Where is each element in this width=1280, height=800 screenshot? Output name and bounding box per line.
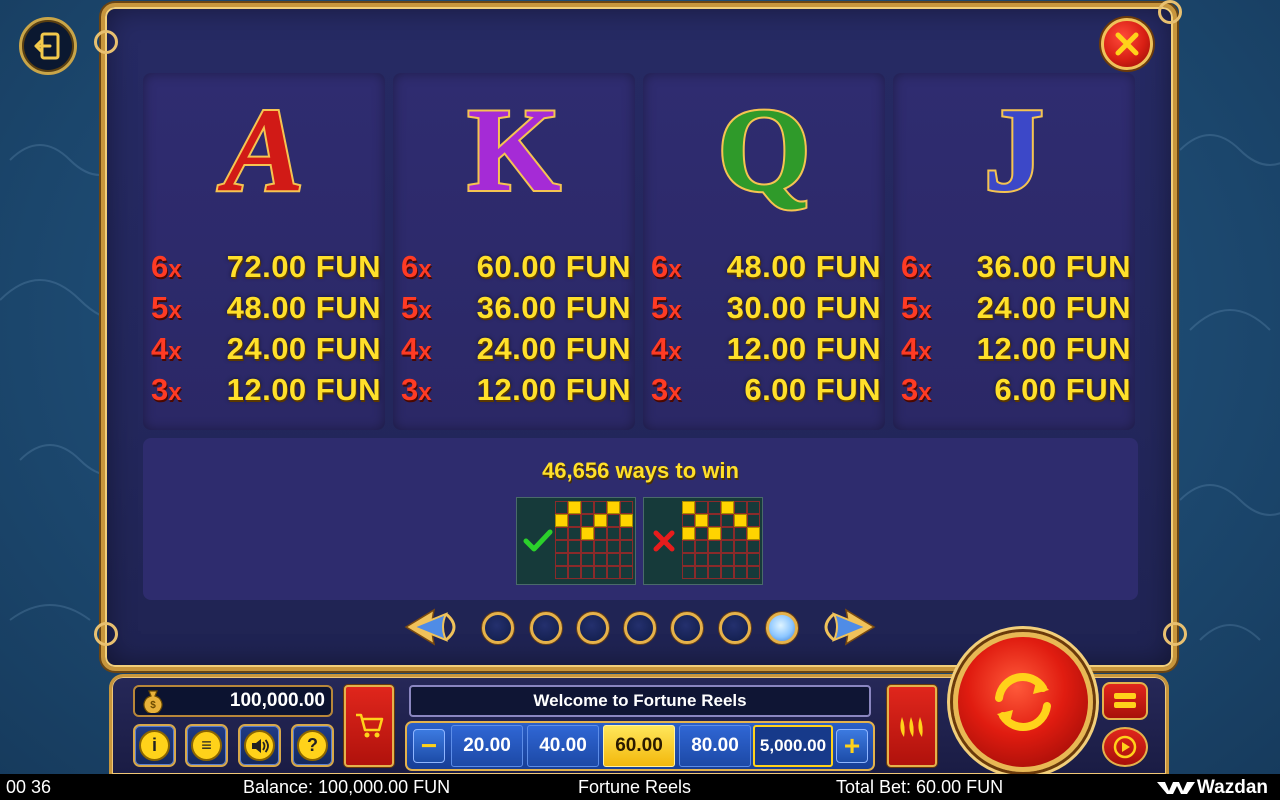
page-dot-1[interactable] (482, 612, 514, 644)
reel-grid (555, 501, 633, 579)
page-dot-6[interactable] (719, 612, 751, 644)
money-bag-icon: $ (139, 688, 167, 714)
frame-ornament (1158, 0, 1182, 24)
reel-grid (682, 501, 760, 579)
cross-icon (653, 530, 675, 552)
pay-row: 6x 48.00 FUN (651, 249, 881, 284)
symbol-k: K (393, 81, 635, 218)
status-bar: 00 36 Balance: 100,000.00 FUN Fortune Re… (0, 774, 1280, 800)
cart-icon (356, 713, 384, 738)
chili-peppers-icon (900, 717, 923, 737)
symbol-a: A (143, 81, 385, 218)
pay-row: 4x 12.00 FUN (651, 331, 881, 366)
prev-page-button[interactable] (404, 606, 464, 648)
valid-way-example (516, 497, 636, 585)
frame-ornament (94, 622, 118, 646)
help-button[interactable]: ? (291, 724, 334, 767)
letter-j-icon: J (982, 81, 1046, 218)
frame-ornament (94, 30, 118, 54)
ways-to-win-text: 46,656 ways to win (542, 458, 739, 483)
paytable-panel-a: A 6x 72.00 FUN 5x 48.00 FUN 4x 24.00 FUN 3x… (143, 73, 385, 430)
message-bar: Welcome to Fortune Reels (409, 685, 871, 717)
letter-q-icon: Q (715, 81, 812, 218)
svg-text:K: K (467, 83, 560, 216)
page-dot-2[interactable] (530, 612, 562, 644)
pay-row: 5x 30.00 FUN (651, 290, 881, 325)
autoplay-icon (1113, 735, 1137, 759)
help-icon: ? (297, 730, 328, 761)
status-balance: Balance: 100,000.00 FUN (243, 777, 451, 797)
bet-decrease-button[interactable]: − (413, 729, 445, 763)
page-dot-7[interactable] (766, 612, 798, 644)
exit-button[interactable] (19, 17, 77, 75)
wazdan-logo: Wazdan (1156, 777, 1268, 799)
bet-option[interactable]: 5,000.00 (753, 725, 833, 767)
symbol-q: Q (643, 81, 885, 218)
info-button[interactable]: i (133, 724, 176, 767)
close-button[interactable] (1101, 18, 1153, 70)
pay-row: 3x 6.00 FUN (651, 372, 881, 407)
pay-row: 3x 6.00 FUN (901, 372, 1131, 407)
svg-text:$: $ (150, 700, 156, 711)
pay-row: 3x 12.00 FUN (401, 372, 631, 407)
spin-arrows-icon (995, 672, 1051, 732)
svg-text:Q: Q (717, 83, 810, 216)
bet-option[interactable]: 80.00 (679, 725, 751, 767)
buy-feature-button[interactable] (344, 685, 394, 767)
speaker-icon (244, 730, 275, 761)
autoplay-button[interactable] (1102, 727, 1148, 767)
page-dot-3[interactable] (577, 612, 609, 644)
page-dot-4[interactable] (624, 612, 656, 644)
pay-row: 4x 24.00 FUN (401, 331, 631, 366)
balance-value: 100,000.00 (229, 690, 325, 711)
bet-increase-button[interactable]: + (836, 729, 868, 763)
letter-a-icon: A (215, 81, 306, 218)
game-title: Fortune Reels (578, 777, 692, 797)
pay-row: 3x 12.00 FUN (151, 372, 381, 407)
ways-panel: 46,656 ways to win (143, 438, 1138, 600)
bet-settings-button[interactable] (1102, 682, 1148, 720)
coin-stack-icon (1114, 693, 1136, 708)
status-total-bet: Total Bet: 60.00 FUN (836, 777, 1004, 797)
menu-icon: ≡ (191, 730, 222, 761)
pay-row: 6x 60.00 FUN (401, 249, 631, 284)
svg-text:J: J (984, 83, 1044, 216)
letter-k-icon: K (465, 81, 562, 218)
pay-row: 5x 48.00 FUN (151, 290, 381, 325)
pay-row: 5x 24.00 FUN (901, 290, 1131, 325)
sound-button[interactable] (238, 724, 281, 767)
next-page-button[interactable] (816, 606, 876, 648)
clock: 00 36 (6, 777, 52, 797)
pay-row: 4x 12.00 FUN (901, 331, 1131, 366)
frame-ornament (1163, 622, 1187, 646)
bet-option[interactable]: 40.00 (527, 725, 599, 767)
svg-text:A: A (217, 83, 304, 216)
invalid-way-example (643, 497, 763, 585)
symbol-j: J (893, 81, 1135, 218)
close-icon (1115, 32, 1139, 56)
spin-button[interactable] (953, 632, 1093, 772)
paytable-panel-q: Q 6x 48.00 FUN 5x 30.00 FUN 4x 12.00 FUN 3x… (643, 73, 885, 430)
balance-display: $ 100,000.00 (133, 685, 333, 717)
paytable-panel-k: K 6x 60.00 FUN 5x 36.00 FUN 4x 24.00 FUN 3x… (393, 73, 635, 430)
pay-row: 6x 72.00 FUN (151, 249, 381, 284)
bet-option[interactable]: 20.00 (451, 725, 523, 767)
page-dot-5[interactable] (671, 612, 703, 644)
bet-option-selected[interactable]: 60.00 (603, 725, 675, 767)
pay-row: 6x 36.00 FUN (901, 249, 1131, 284)
wazdan-logo-icon (1156, 782, 1195, 794)
pay-row: 5x 36.00 FUN (401, 290, 631, 325)
paytable-panel-j: J 6x 36.00 FUN 5x 24.00 FUN 4x 12.00 FUN 3x… (893, 73, 1135, 430)
turbo-button[interactable] (887, 685, 937, 767)
check-icon (523, 529, 553, 552)
info-icon: i (139, 730, 170, 761)
menu-button[interactable]: ≡ (185, 724, 228, 767)
exit-icon (34, 32, 60, 60)
pay-row: 4x 24.00 FUN (151, 331, 381, 366)
